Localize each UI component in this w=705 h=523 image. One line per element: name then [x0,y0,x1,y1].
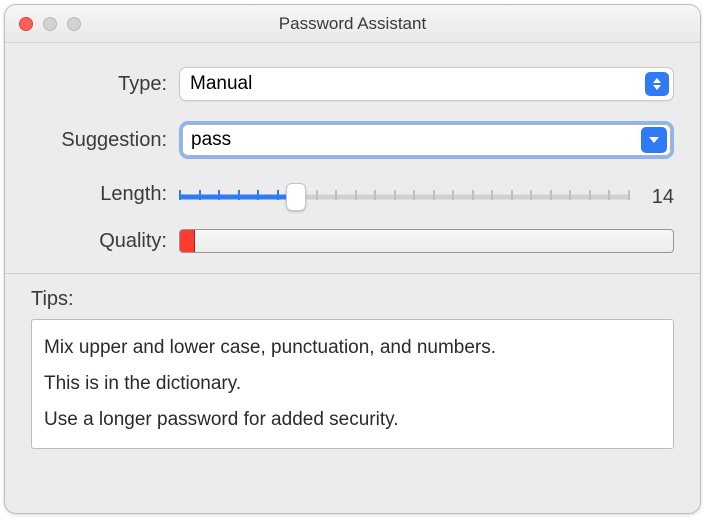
titlebar: Password Assistant [5,5,700,43]
tip-line: Mix upper and lower case, punctuation, a… [44,330,661,366]
type-popup[interactable]: Manual [179,67,674,101]
suggestion-dropdown-button[interactable] [641,127,667,153]
suggestion-row: Suggestion: [31,121,674,159]
quality-meter [179,229,674,253]
zoom-icon[interactable] [67,17,81,31]
suggestion-input[interactable] [183,129,641,151]
type-label: Type: [31,73,179,96]
length-row: Length: 14 [31,179,674,209]
minimize-icon[interactable] [43,17,57,31]
suggestion-combo [182,124,671,156]
quality-label: Quality: [31,230,179,253]
tip-line: This is in the dictionary. [44,366,661,402]
popup-arrows-icon [645,72,669,96]
chevron-down-icon [649,137,659,143]
divider [5,273,700,274]
type-selected-value: Manual [190,73,252,95]
password-assistant-window: Password Assistant Type: Manual Suggesti… [4,4,701,514]
length-value: 14 [630,186,674,209]
window-title: Password Assistant [5,14,700,34]
tip-line: Use a longer password for added security… [44,402,661,438]
length-label: Length: [31,183,179,206]
content-area: Type: Manual Suggestion: [5,43,700,265]
type-row: Type: Manual [31,67,674,101]
tips-box: Mix upper and lower case, punctuation, a… [31,319,674,449]
length-slider[interactable] [179,185,630,209]
tips-section: Tips: Mix upper and lower case, punctuat… [5,288,700,513]
traffic-lights [5,17,81,31]
suggestion-focus-ring [179,121,674,159]
quality-row: Quality: [31,229,674,253]
suggestion-label: Suggestion: [31,129,179,152]
slider-thumb[interactable] [286,183,306,211]
tips-label: Tips: [31,288,674,311]
close-icon[interactable] [19,17,33,31]
